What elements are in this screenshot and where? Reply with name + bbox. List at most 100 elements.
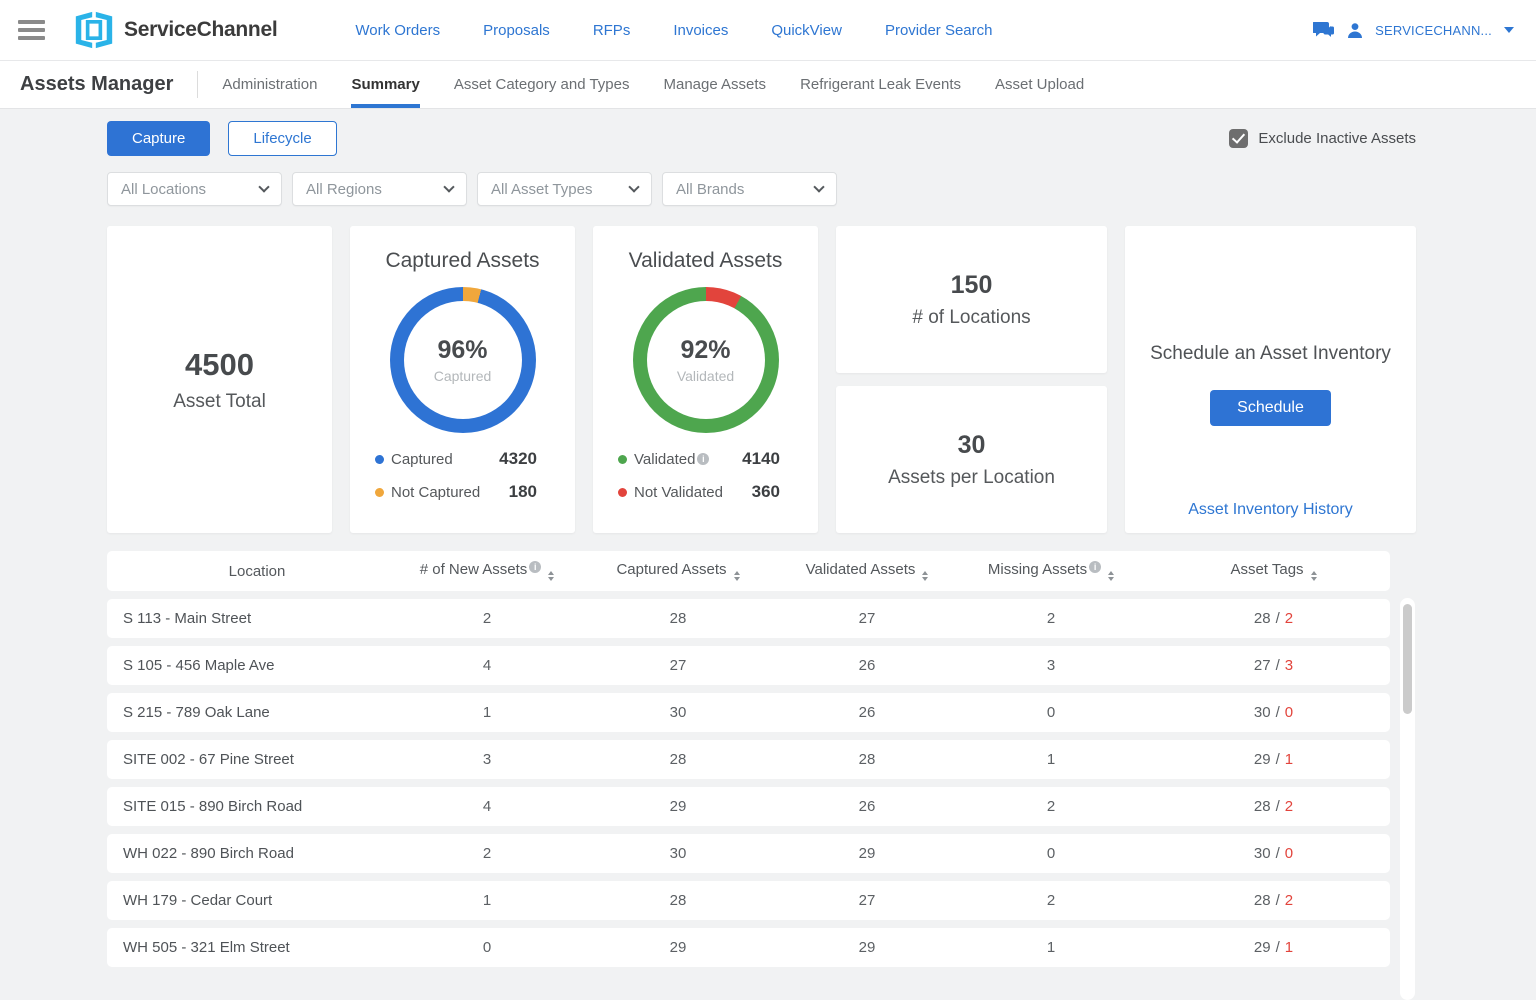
sort-icon[interactable]	[734, 571, 740, 581]
exclude-inactive-label: Exclude Inactive Assets	[1258, 130, 1416, 147]
tags-total: 29	[1254, 751, 1271, 768]
table-scrollbar-track[interactable]	[1400, 598, 1415, 1000]
tags-total: 28	[1254, 892, 1271, 909]
sort-icon[interactable]	[548, 571, 554, 581]
module-title: Assets Manager	[20, 73, 173, 96]
legend-dot	[375, 455, 384, 464]
filter-dropdown[interactable]: All Asset Types	[477, 172, 652, 206]
tags-separator: /	[1276, 798, 1280, 815]
filter-dropdown[interactable]: All Locations	[107, 172, 282, 206]
tags-separator: /	[1276, 610, 1280, 627]
hamburger-menu-icon[interactable]	[18, 20, 45, 40]
table-scrollbar-thumb[interactable]	[1403, 604, 1412, 714]
info-icon[interactable]	[529, 561, 541, 573]
validated-legend: Validated 4140 Not Validated 360	[593, 449, 818, 515]
location-stats-column: 150 # of Locations 30 Assets per Locatio…	[836, 226, 1107, 533]
cell-validated-assets: 29	[789, 845, 945, 862]
table-row[interactable]: SITE 015 - 890 Birch Road 4 29 26 2 28/2	[107, 787, 1390, 826]
sort-icon[interactable]	[1108, 571, 1114, 581]
cell-missing-assets: 0	[945, 845, 1157, 862]
cell-captured-assets: 28	[567, 751, 789, 768]
account-name[interactable]: SERVICECHANN...	[1375, 23, 1492, 38]
table-column-header[interactable]: # of New Assets	[407, 561, 567, 581]
cell-new-assets: 1	[407, 704, 567, 721]
sort-icon[interactable]	[922, 571, 928, 581]
table-column-header[interactable]: Captured Assets	[567, 561, 789, 581]
tags-total: 28	[1254, 610, 1271, 627]
table-column-header[interactable]: Validated Assets	[789, 561, 945, 581]
nav-link[interactable]: RFPs	[593, 22, 631, 39]
table-row[interactable]: WH 505 - 321 Elm Street 0 29 29 1 29/1	[107, 928, 1390, 967]
view-toggle-group: Capture Lifecycle	[107, 121, 337, 156]
cell-location: SITE 015 - 890 Birch Road	[107, 798, 407, 815]
table-row[interactable]: S 113 - Main Street 2 28 27 2 28/2	[107, 599, 1390, 638]
cell-location: WH 505 - 321 Elm Street	[107, 939, 407, 956]
nav-link[interactable]: Work Orders	[355, 22, 440, 39]
tags-separator: /	[1276, 657, 1280, 674]
nav-link[interactable]: QuickView	[771, 22, 842, 39]
module-tab[interactable]: Summary	[351, 61, 419, 108]
lifecycle-button[interactable]: Lifecycle	[228, 121, 336, 156]
servicechannel-logo[interactable]: ServiceChannel	[72, 10, 277, 50]
module-tab[interactable]: Manage Assets	[664, 61, 767, 108]
tags-separator: /	[1276, 892, 1280, 909]
asset-inventory-history-link[interactable]: Asset Inventory History	[1188, 501, 1353, 519]
cell-location: S 215 - 789 Oak Lane	[107, 704, 407, 721]
legend-value: 4320	[499, 449, 537, 469]
cell-captured-assets: 28	[567, 892, 789, 909]
assets-per-location-value: 30	[958, 431, 986, 460]
tags-missing: 3	[1285, 657, 1293, 674]
table-row[interactable]: SITE 002 - 67 Pine Street 3 28 28 1 29/1	[107, 740, 1390, 779]
module-tab[interactable]: Asset Upload	[995, 61, 1084, 108]
column-label: Asset Tags	[1230, 561, 1303, 578]
sort-icon[interactable]	[1311, 571, 1317, 581]
cell-location: WH 022 - 890 Birch Road	[107, 845, 407, 862]
tags-total: 27	[1254, 657, 1271, 674]
asset-total-value: 4500	[185, 347, 254, 383]
table-row[interactable]: S 215 - 789 Oak Lane 1 30 26 0 30/0	[107, 693, 1390, 732]
tags-separator: /	[1276, 751, 1280, 768]
tags-separator: /	[1276, 704, 1280, 721]
cell-captured-assets: 30	[567, 704, 789, 721]
column-label: Captured Assets	[616, 561, 726, 578]
info-icon[interactable]	[697, 453, 709, 465]
schedule-button[interactable]: Schedule	[1210, 390, 1331, 426]
cell-captured-assets: 29	[567, 798, 789, 815]
filter-bar: All Locations All Regions All Asset Type…	[107, 172, 1536, 206]
captured-legend: Captured 4320 Not Captured 180	[350, 449, 575, 515]
nav-link[interactable]: Invoices	[673, 22, 728, 39]
capture-button[interactable]: Capture	[107, 121, 210, 156]
tags-total: 28	[1254, 798, 1271, 815]
servicechannel-logo-icon	[72, 10, 116, 50]
table-row[interactable]: WH 022 - 890 Birch Road 2 30 29 0 30/0	[107, 834, 1390, 873]
nav-link[interactable]: Proposals	[483, 22, 550, 39]
cell-captured-assets: 30	[567, 845, 789, 862]
table-column-header[interactable]: Location	[107, 563, 407, 580]
filter-dropdown[interactable]: All Brands	[662, 172, 837, 206]
account-dropdown-caret-icon[interactable]	[1504, 27, 1514, 33]
table-column-header[interactable]: Missing Assets	[945, 561, 1157, 581]
module-tabs: Administration Summary Asset Category and …	[222, 61, 1084, 108]
validated-assets-card: Validated Assets 92% Validated Validated	[593, 226, 818, 533]
tags-missing: 2	[1285, 892, 1293, 909]
table-row[interactable]: S 105 - 456 Maple Ave 4 27 26 3 27/3	[107, 646, 1390, 685]
table-row[interactable]: WH 179 - Cedar Court 1 28 27 2 28/2	[107, 881, 1390, 920]
tags-missing: 0	[1285, 704, 1293, 721]
table-column-header[interactable]: Asset Tags	[1157, 561, 1390, 581]
top-right-controls: SERVICECHANN...	[1313, 21, 1536, 40]
cell-new-assets: 2	[407, 845, 567, 862]
summary-cards: 4500 Asset Total Captured Assets 96% Cap…	[107, 226, 1536, 533]
legend-item: Not Captured 180	[375, 482, 537, 502]
cell-validated-assets: 26	[789, 657, 945, 674]
donut-center: 96% Captured	[390, 287, 536, 433]
schedule-inventory-title: Schedule an Asset Inventory	[1150, 343, 1391, 365]
exclude-inactive-checkbox[interactable]	[1229, 129, 1248, 148]
module-tab[interactable]: Asset Category and Types	[454, 61, 630, 108]
filter-dropdown[interactable]: All Regions	[292, 172, 467, 206]
module-tab[interactable]: Refrigerant Leak Events	[800, 61, 961, 108]
nav-link[interactable]: Provider Search	[885, 22, 993, 39]
info-icon[interactable]	[1089, 561, 1101, 573]
chat-icon[interactable]	[1313, 21, 1335, 40]
module-tab[interactable]: Administration	[222, 61, 317, 108]
user-icon[interactable]	[1347, 22, 1363, 39]
